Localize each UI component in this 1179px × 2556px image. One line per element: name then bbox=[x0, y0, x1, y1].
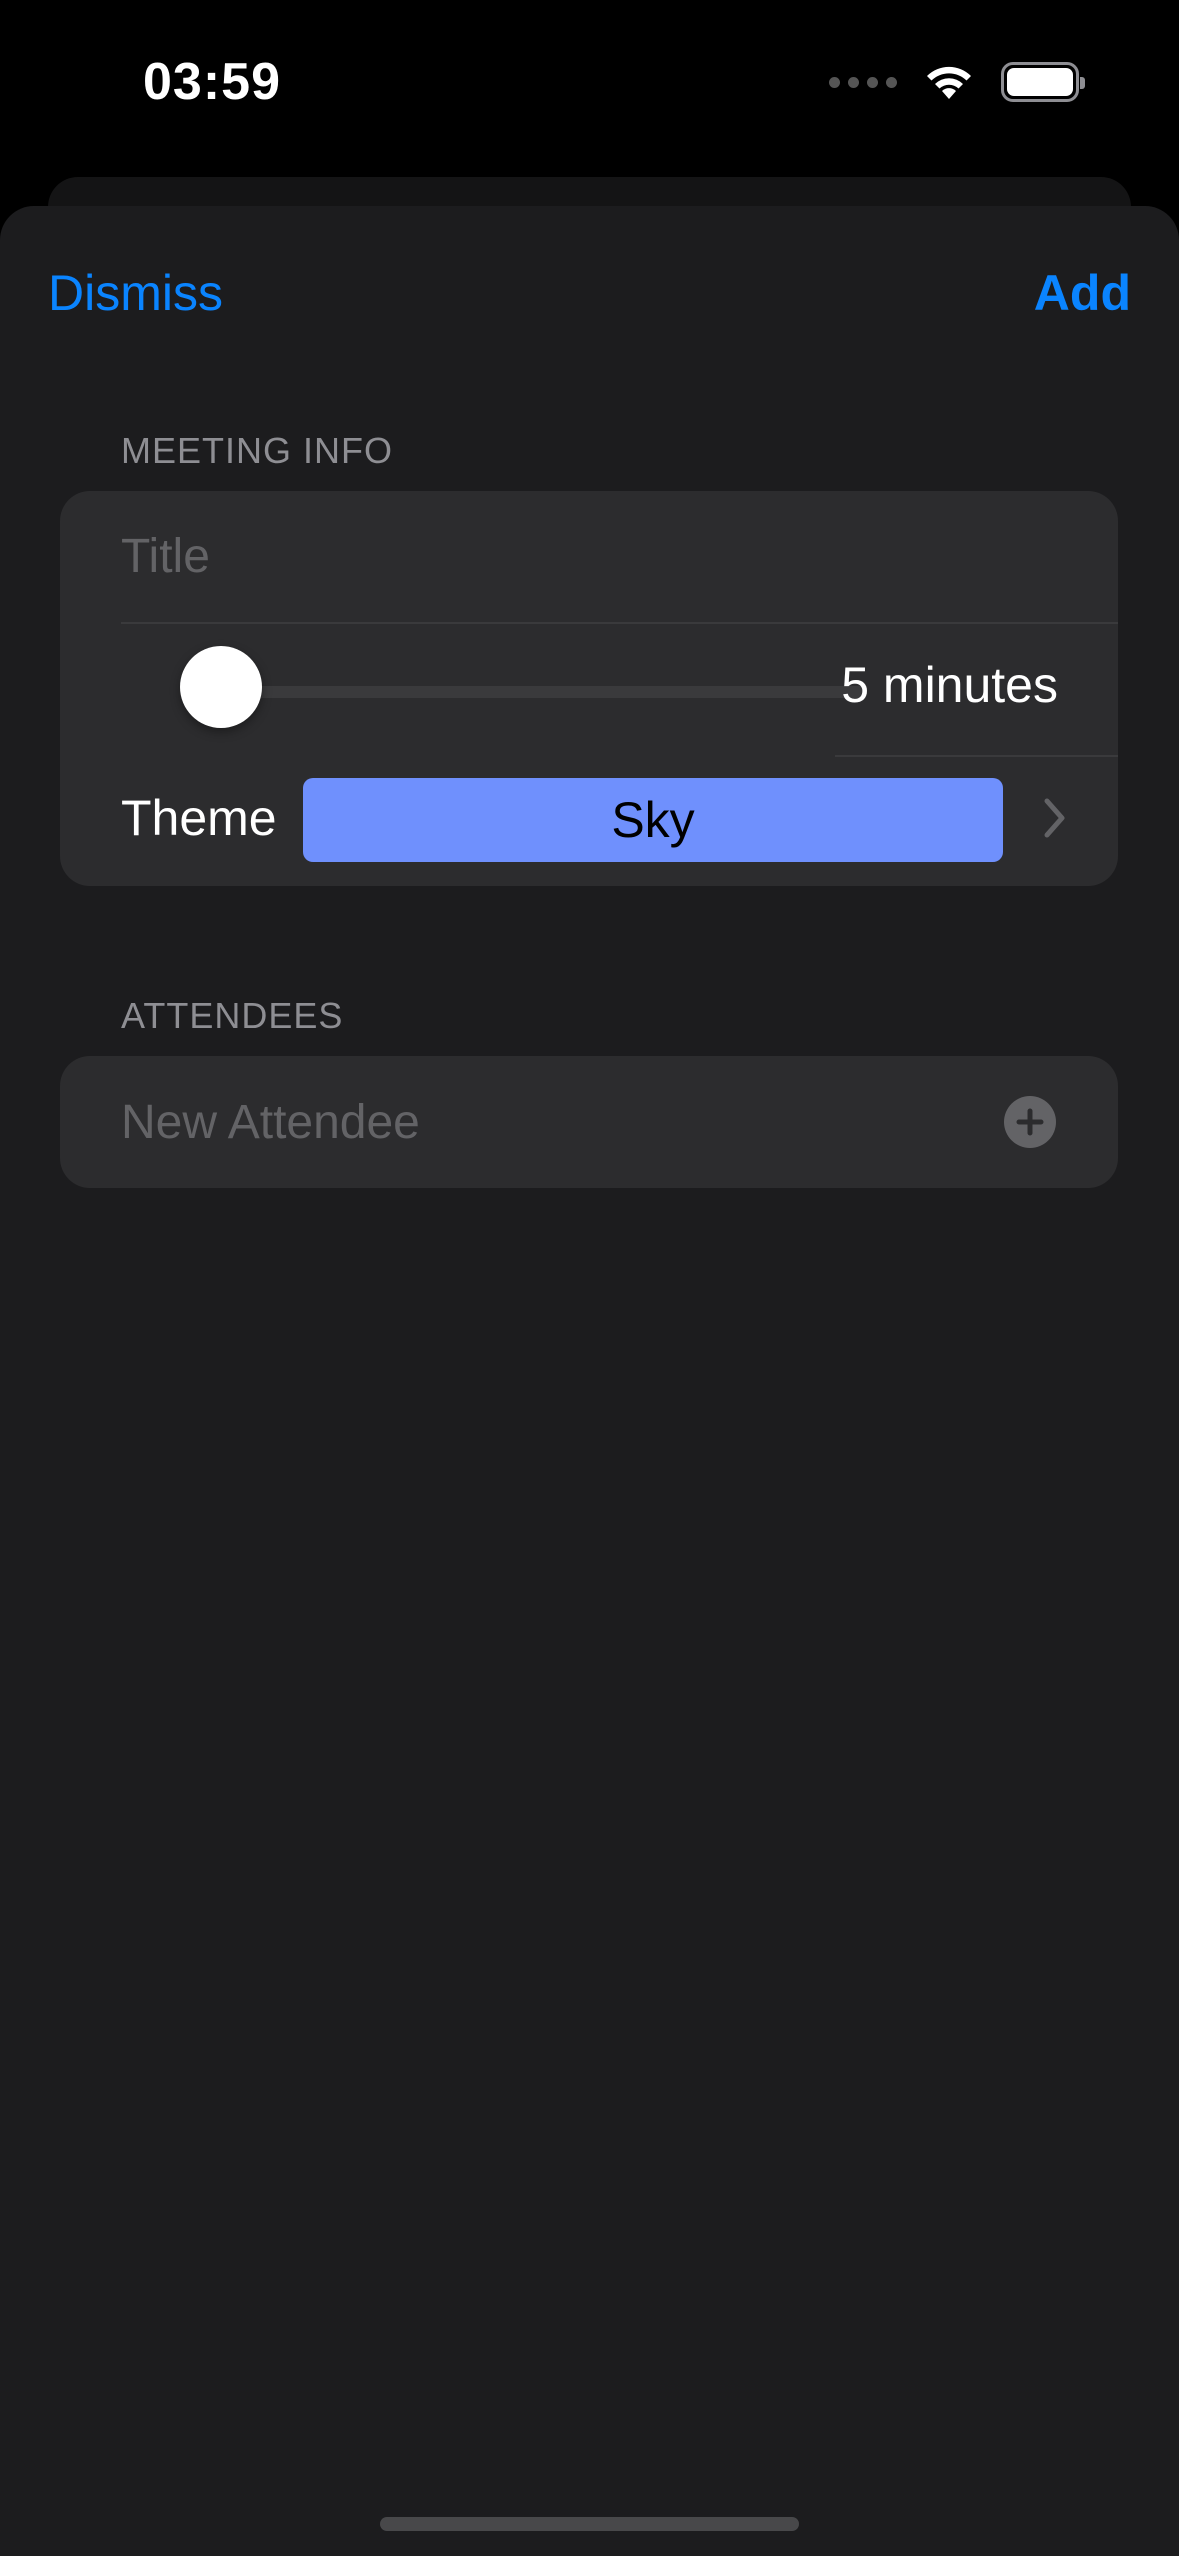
theme-value: Sky bbox=[611, 792, 695, 848]
screen: 03:59 Dismiss Add MEETING INFO 5 minutes bbox=[0, 0, 1179, 2556]
meeting-info-group: 5 minutes Theme Sky bbox=[60, 491, 1118, 886]
wifi-icon bbox=[927, 66, 971, 99]
theme-picker[interactable]: Sky bbox=[303, 778, 1003, 862]
status-time: 03:59 bbox=[143, 53, 281, 111]
dismiss-button[interactable]: Dismiss bbox=[48, 264, 223, 322]
divider bbox=[121, 622, 1118, 624]
home-indicator[interactable] bbox=[380, 2517, 799, 2531]
duration-slider-thumb[interactable] bbox=[180, 646, 262, 728]
new-attendee-field[interactable] bbox=[121, 1086, 968, 1158]
chevron-right-icon[interactable] bbox=[1040, 793, 1070, 843]
cellular-signal-icon bbox=[829, 76, 897, 88]
new-meeting-sheet: Dismiss Add MEETING INFO 5 minutes Theme… bbox=[0, 206, 1179, 2556]
title-row bbox=[60, 491, 1118, 622]
attendees-header: ATTENDEES bbox=[121, 995, 344, 1036]
status-indicators bbox=[829, 62, 1085, 102]
title-field[interactable] bbox=[121, 521, 1078, 591]
battery-icon bbox=[1001, 62, 1085, 102]
theme-label: Theme bbox=[121, 790, 277, 846]
duration-label: 5 minutes bbox=[841, 657, 1058, 713]
plus-circle-icon[interactable] bbox=[1004, 1096, 1056, 1148]
add-button[interactable]: Add bbox=[1034, 264, 1131, 322]
divider bbox=[835, 755, 1118, 757]
duration-slider-track[interactable] bbox=[181, 686, 867, 698]
meeting-info-header: MEETING INFO bbox=[121, 430, 393, 471]
attendees-group bbox=[60, 1056, 1118, 1188]
